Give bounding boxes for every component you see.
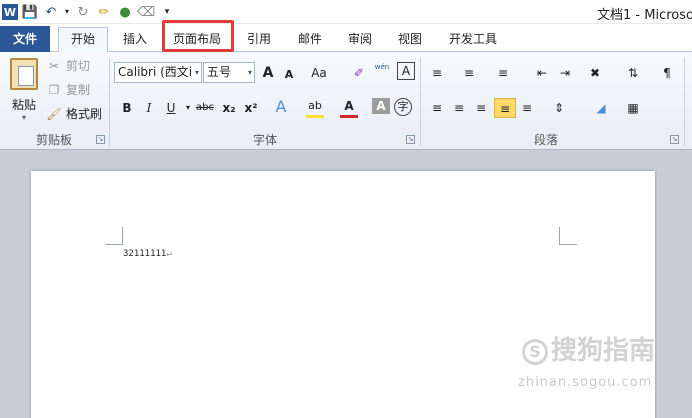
eraser-icon[interactable]: ⌫: [137, 3, 155, 21]
paste-button[interactable]: 粘贴 ▾: [6, 56, 42, 126]
font-name-combobox[interactable]: Calibri (西文i ▾: [114, 62, 202, 83]
grow-font-button[interactable]: A: [259, 63, 277, 83]
undo-icon[interactable]: ↶: [42, 3, 60, 21]
clear-format-icon[interactable]: ✐: [350, 63, 368, 83]
redo-icon[interactable]: ↻: [74, 3, 92, 21]
paragraph-launcher-icon[interactable]: ↘: [670, 135, 679, 144]
font-color-button[interactable]: A: [340, 98, 358, 118]
superscript-button[interactable]: x²: [242, 98, 260, 118]
ribbon-home: 粘贴 ▾ ✂ 剪切 ❐ 复制 🖌 格式刷 剪贴板 ↘ Calibri (西文i …: [0, 52, 692, 150]
cut-button[interactable]: ✂ 剪切: [46, 56, 90, 76]
window-title: 文档1 - Microso: [597, 8, 692, 23]
watermark-brand: S 搜狗指南: [522, 330, 655, 367]
document-text[interactable]: 32111111↵: [123, 249, 172, 259]
font-launcher-icon[interactable]: ↘: [406, 135, 415, 144]
sort-button[interactable]: ⇅: [624, 63, 642, 83]
sogou-logo-icon: S: [522, 338, 548, 365]
tab-view[interactable]: 视图: [391, 28, 429, 52]
tab-developer[interactable]: 开发工具: [442, 28, 504, 52]
clipboard-icon: [10, 58, 38, 90]
format-painter-button[interactable]: 🖌 格式刷: [46, 104, 102, 124]
multilevel-list-button[interactable]: ≡: [494, 63, 512, 83]
chevron-down-icon: ▾: [247, 68, 252, 77]
scissors-icon: ✂: [48, 59, 60, 73]
shrink-font-button[interactable]: A: [280, 65, 298, 85]
tab-home[interactable]: 开始: [58, 27, 108, 53]
justify-button[interactable]: ≡: [494, 98, 516, 118]
bullets-button[interactable]: ≡: [428, 63, 446, 83]
watermark-url: zhinan.sogou.com: [518, 375, 653, 390]
chinese-layout-button[interactable]: ✖: [586, 63, 604, 83]
save-icon[interactable]: 💾: [21, 3, 39, 21]
char-border-button[interactable]: A: [397, 62, 415, 80]
customize-icon[interactable]: ▾: [158, 3, 176, 21]
enclose-char-button[interactable]: 字: [394, 98, 412, 116]
change-case-button[interactable]: Aa: [310, 63, 328, 83]
title-bar: W 💾 ↶ ▾ ↻ ✏ ● ⌫ ▾ 文档1 - Microso: [0, 0, 692, 24]
chevron-down-icon: ▾: [194, 68, 199, 77]
copy-icon: ❐: [48, 83, 60, 97]
highlight-box: [162, 20, 234, 52]
color-icon[interactable]: ●: [116, 3, 134, 21]
clipboard-launcher-icon[interactable]: ↘: [96, 135, 105, 144]
char-shading-button[interactable]: A: [372, 98, 390, 114]
tab-references[interactable]: 引用: [240, 28, 278, 52]
tab-review[interactable]: 审阅: [341, 28, 379, 52]
align-center-button[interactable]: ≡: [450, 98, 468, 118]
decrease-indent-button[interactable]: ⇤: [533, 63, 551, 83]
italic-button[interactable]: I: [140, 98, 158, 118]
format-painter-icon[interactable]: ✏: [95, 3, 113, 21]
distributed-button[interactable]: ≡: [518, 98, 536, 118]
pinyin-guide-button[interactable]: wén: [373, 63, 391, 83]
brush-icon: 🖌: [46, 107, 62, 121]
numbering-button[interactable]: ≡: [460, 63, 478, 83]
word-logo-icon[interactable]: W: [2, 4, 18, 20]
tab-mailings[interactable]: 邮件: [291, 28, 329, 52]
undo-dropdown-icon[interactable]: ▾: [63, 3, 71, 21]
strikethrough-button[interactable]: abc: [196, 98, 214, 118]
underline-button[interactable]: U: [162, 98, 180, 118]
highlight-button[interactable]: ab: [306, 98, 324, 118]
underline-dropdown-icon[interactable]: ▾: [179, 98, 197, 118]
font-size-combobox[interactable]: 五号 ▾: [203, 62, 255, 83]
paragraph-mark: ↵: [166, 249, 172, 259]
subscript-button[interactable]: x₂: [220, 98, 238, 118]
increase-indent-button[interactable]: ⇥: [556, 63, 574, 83]
line-spacing-button[interactable]: ⇕: [550, 98, 568, 118]
paragraph-group-label: 段落: [533, 133, 558, 147]
tab-file[interactable]: 文件: [0, 26, 50, 52]
tab-insert[interactable]: 插入: [112, 28, 158, 52]
align-right-button[interactable]: ≡: [472, 98, 490, 118]
font-group-label: 字体: [252, 133, 277, 147]
text-effects-button[interactable]: A: [272, 97, 290, 117]
bold-button[interactable]: B: [118, 98, 136, 118]
clipboard-group-label: 剪贴板: [35, 133, 72, 147]
align-left-button[interactable]: ≡: [428, 98, 446, 118]
copy-button[interactable]: ❐ 复制: [46, 80, 90, 100]
show-marks-button[interactable]: ¶: [658, 63, 676, 83]
quick-access-toolbar: W 💾 ↶ ▾ ↻ ✏ ● ⌫ ▾: [2, 2, 176, 22]
margin-corner-top-left: [105, 227, 123, 245]
shading-button[interactable]: ◢: [592, 98, 610, 118]
paste-dropdown-icon[interactable]: ▾: [6, 113, 42, 122]
margin-corner-top-right: [559, 227, 577, 245]
borders-button[interactable]: ▦: [624, 98, 642, 118]
ribbon-tabs: 文件 开始 插入 页面布局 引用 邮件 审阅 视图 开发工具: [0, 24, 692, 53]
group-separator: [684, 58, 685, 146]
